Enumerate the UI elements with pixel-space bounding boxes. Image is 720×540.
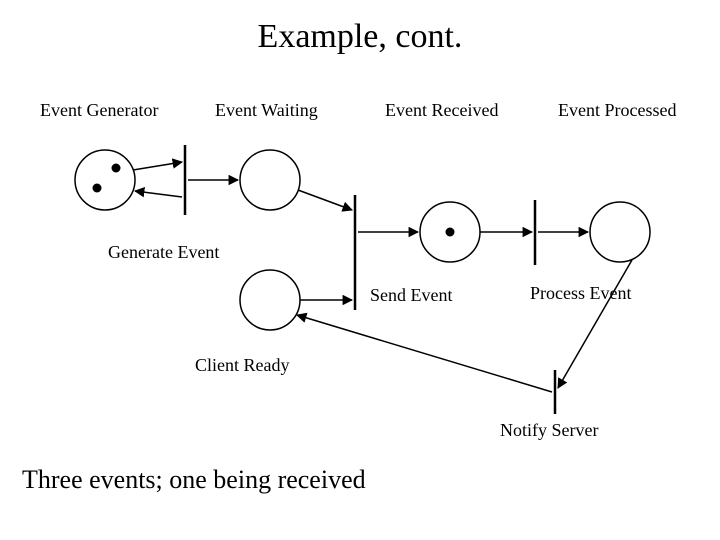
place-event-processed <box>590 202 650 262</box>
arc <box>297 315 552 392</box>
arc <box>558 260 632 388</box>
arc <box>133 162 182 170</box>
arc <box>135 191 182 197</box>
token-icon <box>112 164 121 173</box>
arc <box>298 190 352 210</box>
place-client-ready <box>240 270 300 330</box>
place-event-generator <box>75 150 135 210</box>
place-event-waiting <box>240 150 300 210</box>
token-icon <box>93 184 102 193</box>
token-icon <box>446 228 455 237</box>
petri-net-diagram <box>0 0 720 540</box>
slide: Example, cont. Event Generator Event Wai… <box>0 0 720 540</box>
